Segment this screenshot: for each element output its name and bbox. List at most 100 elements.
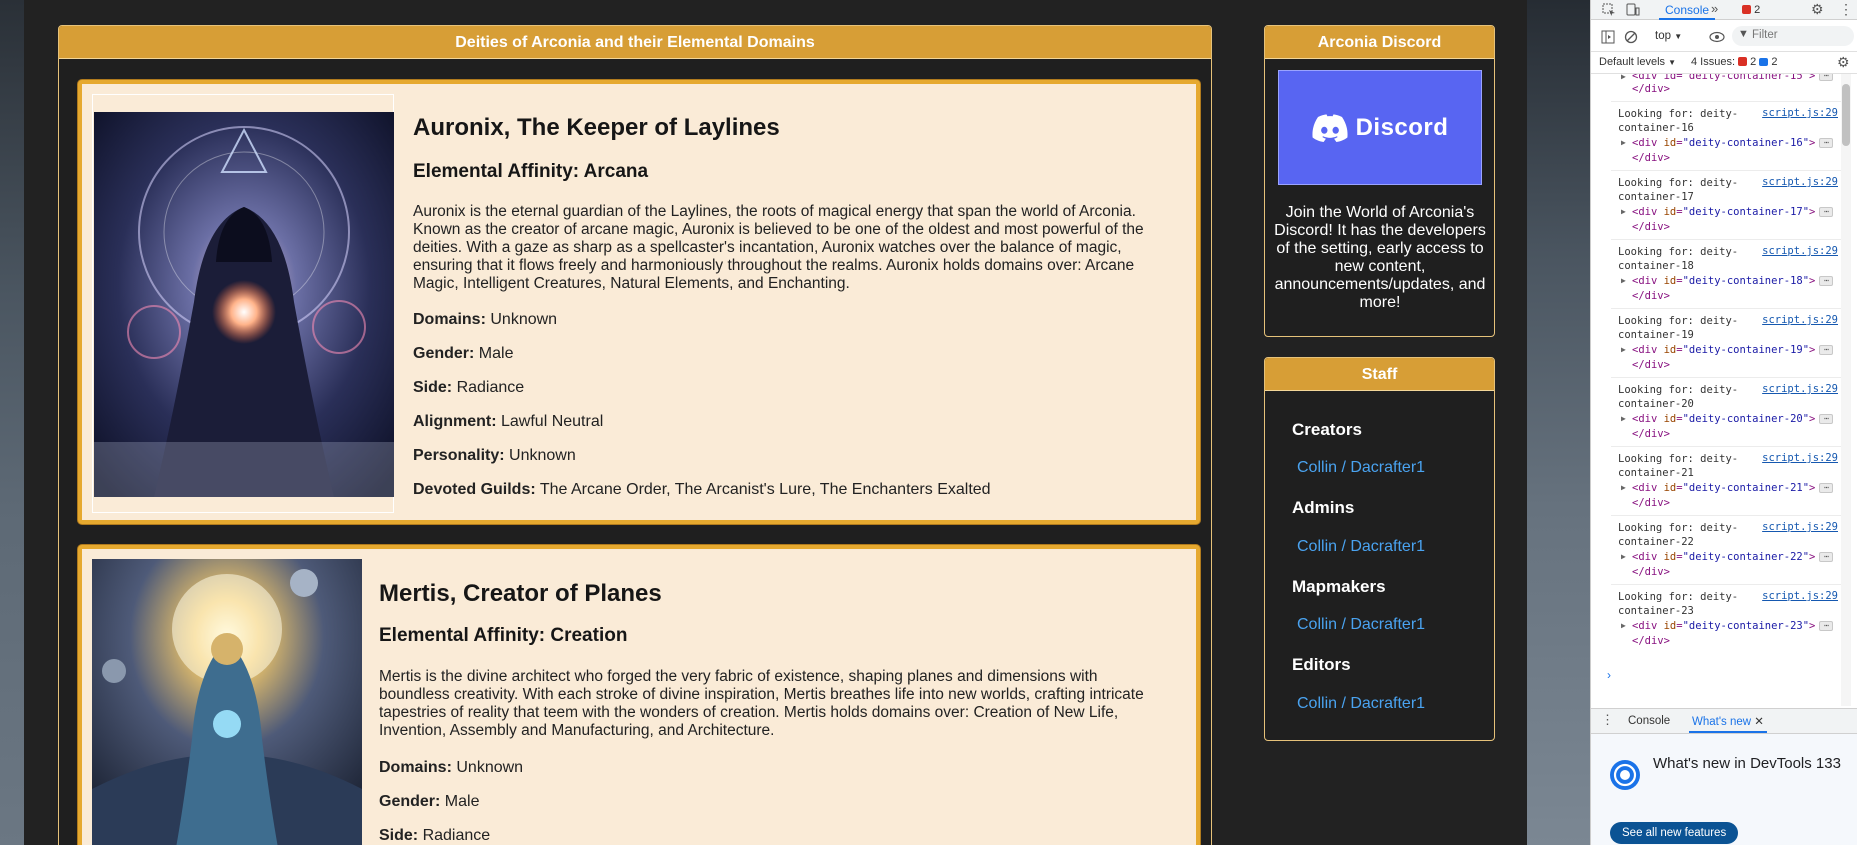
staff-member-link[interactable]: Collin / Dacrafter1 (1297, 695, 1425, 713)
message-divider (1611, 101, 1842, 102)
element-node[interactable]: <div id="deity-container-23"> ⋯ (1632, 619, 1834, 633)
deity-card-mertis: Mertis, Creator of Planes Elemental Affi… (78, 545, 1200, 845)
clear-console-icon[interactable] (1623, 29, 1639, 45)
close-icon[interactable]: ✕ (1754, 716, 1764, 728)
log-text-line: Looking for: deity- (1618, 108, 1739, 120)
description-line: boundless creativity. With each stroke o… (379, 686, 1144, 703)
log-text: Looking for: deity-container-20 (1618, 383, 1738, 411)
expand-triangle-icon[interactable]: ▶ (1621, 621, 1626, 630)
source-link[interactable]: script.js:29 (1762, 314, 1838, 326)
element-node[interactable]: <div id="deity-container-18"> ⋯ (1632, 274, 1834, 288)
expand-triangle-icon[interactable]: ▶ (1621, 138, 1626, 147)
device-toolbar-icon[interactable] (1625, 2, 1641, 18)
deity-card-auronix: Auronix, The Keeper of Laylines Elementa… (78, 80, 1200, 524)
filter-input[interactable]: ▼ Filter (1732, 26, 1854, 46)
element-node[interactable]: <div id="deity-container-16"> ⋯ (1632, 136, 1834, 150)
staff-member-link[interactable]: Collin / Dacrafter1 (1297, 538, 1425, 556)
attr-value: Radiance (422, 827, 491, 844)
source-link[interactable]: script.js:29 (1762, 521, 1838, 533)
discord-banner-link[interactable]: Discord (1278, 70, 1482, 185)
staff-panel: Staff Creators Collin / Dacrafter1 Admin… (1264, 357, 1495, 741)
inspect-element-icon[interactable] (1601, 2, 1617, 18)
source-link[interactable]: script.js:29 (1762, 245, 1838, 257)
attr-value: Unknown (509, 447, 576, 464)
see-all-features-button[interactable]: See all new features (1610, 822, 1739, 844)
gear-icon[interactable]: ⚙ (1811, 1, 1824, 18)
expand-triangle-icon[interactable]: ▶ (1621, 552, 1626, 561)
eye-icon[interactable] (1708, 29, 1726, 45)
expand-triangle-icon[interactable]: ▶ (1621, 207, 1626, 216)
expand-triangle-icon[interactable]: ▶ (1621, 345, 1626, 354)
more-icon: ⋯ (1819, 414, 1834, 424)
element-node[interactable]: <div id="deity-container-15"> ⋯ (1632, 74, 1834, 83)
element-node[interactable]: <div id="deity-container-19"> ⋯ (1632, 343, 1834, 357)
attr-label: Alignment: (413, 413, 497, 430)
log-text: Looking for: deity-container-22 (1618, 521, 1738, 549)
staff-member-link[interactable]: Collin / Dacrafter1 (1297, 459, 1425, 477)
element-node[interactable]: <div id="deity-container-21"> ⋯ (1632, 481, 1834, 495)
attr-value: Unknown (490, 311, 558, 328)
source-link[interactable]: script.js:29 (1762, 590, 1838, 602)
error-counter[interactable]: 2 (1742, 4, 1760, 16)
drawer-tab-whats-new[interactable]: What's new ✕ (1689, 709, 1767, 733)
attr-label: Domains: (413, 311, 486, 328)
attr-side: Side: Radiance (413, 379, 524, 397)
attr-value: Unknown (456, 759, 524, 776)
element-node[interactable]: <div id="deity-container-22"> ⋯ (1632, 550, 1834, 564)
expand-triangle-icon[interactable]: ▶ (1621, 276, 1626, 285)
log-text-line: container-20 (1618, 398, 1694, 410)
console-settings-gear-icon[interactable]: ⚙ (1837, 54, 1850, 71)
deity-affinity: Elemental Affinity: Creation (379, 625, 628, 646)
whats-new-panel: What's new in DevTools 133 See all new f… (1591, 734, 1857, 845)
deity-name: Auronix, The Keeper of Laylines (413, 114, 780, 141)
context-selector[interactable]: top ▼ (1655, 30, 1682, 42)
log-text-line: Looking for: deity- (1618, 591, 1739, 603)
console-log: ▶ <div id="deity-container-15"> ⋯ </div> … (1591, 74, 1857, 706)
more-icon: ⋯ (1819, 207, 1834, 217)
log-text-line: Looking for: deity- (1618, 522, 1739, 534)
more-tabs-icon[interactable]: » (1711, 1, 1718, 16)
message-divider (1611, 170, 1842, 171)
more-icon: ⋯ (1819, 483, 1834, 493)
element-id: deity-container-18 (1688, 275, 1803, 287)
console-scrollbar[interactable] (1841, 74, 1851, 706)
scrollbar-thumb[interactable] (1842, 84, 1850, 146)
attr-domains: Domains: Unknown (413, 311, 557, 329)
auronix-portrait-image (94, 112, 394, 497)
expand-triangle-icon[interactable]: ▶ (1621, 74, 1626, 81)
attr-value: "deity-container-17" (1682, 206, 1810, 218)
console-message: Looking for: deity-container-22 script.js… (1591, 515, 1842, 589)
description-line: Auronix is the eternal guardian of the L… (413, 203, 1136, 220)
element-close-tag: </div> (1632, 359, 1670, 371)
attr-value: "deity-container-19" (1682, 344, 1810, 356)
attr-name: id (1663, 275, 1677, 287)
staff-member-link[interactable]: Collin / Dacrafter1 (1297, 616, 1425, 634)
issues-counter[interactable]: 4 Issues: 2 2 (1691, 56, 1778, 68)
kebab-menu-icon[interactable]: ⋮ (1839, 1, 1853, 18)
expand-triangle-icon[interactable]: ▶ (1621, 483, 1626, 492)
drawer-tab-console[interactable]: Console (1628, 715, 1670, 727)
description-line: deities. With a gaze as sharp as a spell… (413, 239, 1122, 256)
filter-placeholder: Filter (1752, 29, 1778, 41)
description-line: Magic, Intelligent Creatures, Natural El… (413, 275, 850, 292)
source-link[interactable]: script.js:29 (1762, 452, 1838, 464)
console-prompt-chevron-icon[interactable]: › (1607, 668, 1611, 682)
more-icon: ⋯ (1819, 345, 1834, 355)
element-id: deity-container-22 (1688, 551, 1803, 563)
element-node[interactable]: <div id="deity-container-20"> ⋯ (1632, 412, 1834, 426)
devtools-main-toolbar: Console » 2 ⚙ ⋮ (1591, 0, 1857, 20)
source-link[interactable]: script.js:29 (1762, 107, 1838, 119)
levels-dropdown[interactable]: Default levels ▼ (1599, 56, 1676, 68)
sidebar-toggle-icon[interactable] (1600, 29, 1616, 45)
source-link[interactable]: script.js:29 (1762, 176, 1838, 188)
tab-console[interactable]: Console (1659, 0, 1716, 20)
error-count: 2 (1754, 4, 1761, 16)
source-link[interactable]: script.js:29 (1762, 383, 1838, 395)
staff-role-editors: Editors (1292, 655, 1351, 674)
element-node[interactable]: <div id="deity-container-17"> ⋯ (1632, 205, 1834, 219)
more-icon: ⋯ (1819, 276, 1834, 286)
message-divider (1611, 308, 1842, 309)
expand-triangle-icon[interactable]: ▶ (1621, 414, 1626, 423)
drawer-menu-icon[interactable]: ⋮ (1601, 712, 1614, 728)
page-background-right (1527, 0, 1590, 845)
